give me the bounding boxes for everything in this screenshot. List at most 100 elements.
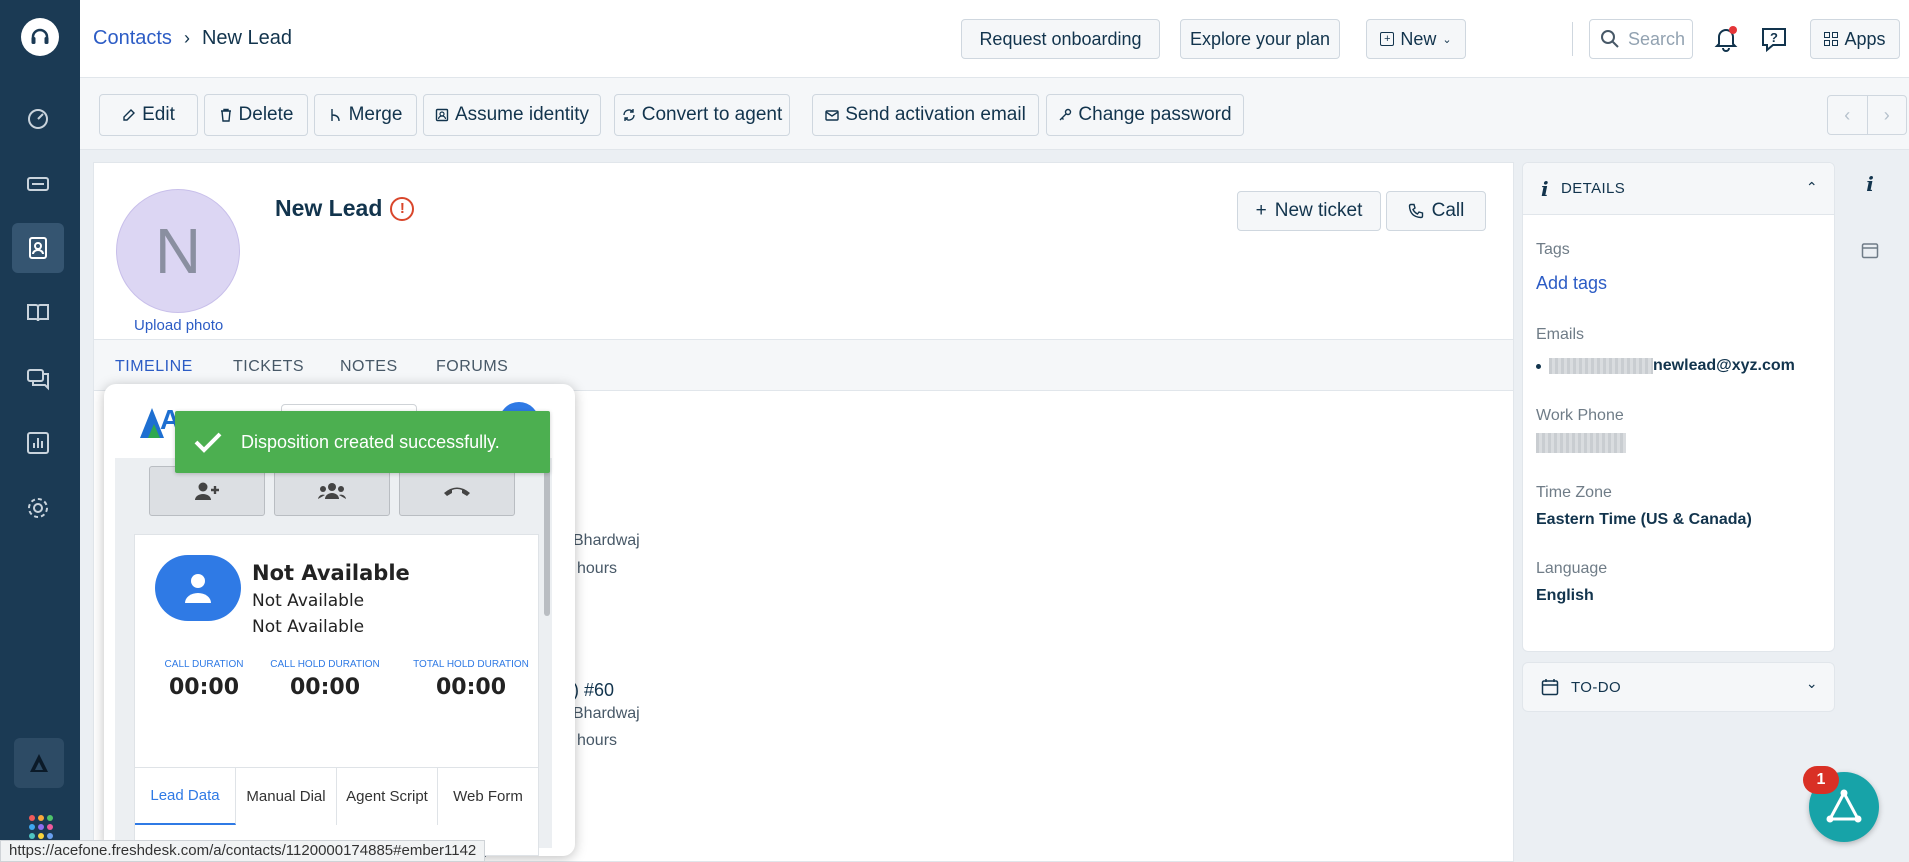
edit-label: Edit bbox=[142, 104, 175, 125]
contacts-icon[interactable] bbox=[12, 223, 64, 273]
app-launcher-icon[interactable] bbox=[29, 815, 53, 839]
search-input[interactable]: Search bbox=[1589, 19, 1693, 59]
agent-status-card: Not Available Not Available Not Availabl… bbox=[134, 534, 539, 856]
hangup-button[interactable] bbox=[399, 466, 515, 516]
apps-label: Apps bbox=[1844, 28, 1886, 49]
widget-scrollbar[interactable] bbox=[544, 466, 550, 616]
widget-tab-lead-data[interactable]: Lead Data bbox=[135, 768, 236, 825]
request-onboarding-button[interactable]: Request onboarding bbox=[961, 19, 1160, 59]
hangup-icon bbox=[444, 487, 470, 496]
call-duration-label: CALL DURATION bbox=[164, 659, 244, 670]
widget-tabs: Lead Data Manual Dial Agent Script Web F… bbox=[135, 767, 538, 825]
widget-tab-manual-dial[interactable]: Manual Dial bbox=[236, 768, 337, 825]
acefone-network-icon bbox=[1826, 789, 1862, 823]
reports-icon[interactable] bbox=[12, 418, 64, 468]
toast-message: Disposition created successfully. bbox=[241, 431, 500, 452]
chevron-down-icon: ⌄ bbox=[1805, 675, 1818, 691]
key-icon bbox=[1059, 108, 1072, 121]
assume-identity-button[interactable]: Assume identity bbox=[423, 94, 601, 136]
forums-icon[interactable] bbox=[12, 353, 64, 403]
conference-button[interactable] bbox=[274, 466, 390, 516]
agent-status-avatar-icon bbox=[155, 555, 241, 621]
top-header: Contacts › New Lead Request onboarding E… bbox=[80, 0, 1909, 78]
call-button[interactable]: Call bbox=[1386, 191, 1486, 231]
delete-button[interactable]: Delete bbox=[204, 94, 308, 136]
next-contact-button[interactable]: › bbox=[1868, 96, 1907, 134]
apps-grid-icon bbox=[1824, 32, 1839, 46]
phone-icon bbox=[1408, 203, 1423, 219]
details-title: DETAILS bbox=[1561, 180, 1626, 197]
warning-icon[interactable]: ! bbox=[390, 196, 415, 221]
settings-icon[interactable] bbox=[12, 483, 64, 533]
envelope-icon bbox=[825, 110, 839, 121]
send-activation-email-button[interactable]: Send activation email bbox=[812, 94, 1039, 136]
agent-status-line-1: Not Available bbox=[252, 591, 365, 611]
language-value: English bbox=[1536, 587, 1594, 604]
left-sidebar bbox=[0, 0, 80, 862]
details-header[interactable]: i DETAILS ⌃ bbox=[1523, 163, 1834, 215]
tab-timeline[interactable]: TIMELINE bbox=[115, 358, 193, 376]
contact-action-toolbar: Edit Delete Merge Assume identity Conver… bbox=[80, 78, 1909, 150]
convert-to-agent-button[interactable]: Convert to agent bbox=[614, 94, 790, 136]
change-password-button[interactable]: Change password bbox=[1046, 94, 1244, 136]
edit-button[interactable]: Edit bbox=[99, 94, 198, 136]
merge-button[interactable]: Merge bbox=[314, 94, 417, 136]
svg-text:?: ? bbox=[1770, 30, 1778, 45]
timeline-agent-name: Bhardwaj bbox=[573, 705, 640, 722]
tab-tickets[interactable]: TICKETS bbox=[233, 358, 304, 376]
convert-to-agent-label: Convert to agent bbox=[641, 104, 783, 125]
info-icon: i bbox=[1541, 176, 1549, 201]
previous-contact-button[interactable]: ‹ bbox=[1828, 96, 1868, 134]
change-password-label: Change password bbox=[1078, 104, 1232, 125]
freshdesk-logo[interactable] bbox=[21, 18, 59, 56]
checkmark-icon bbox=[194, 432, 222, 453]
time-zone-value: Eastern Time (US & Canada) bbox=[1536, 511, 1752, 528]
group-icon bbox=[318, 483, 346, 499]
agent-status-title: Not Available bbox=[252, 561, 410, 585]
notifications-bell-icon[interactable] bbox=[1709, 22, 1743, 56]
search-placeholder: Search bbox=[1628, 28, 1686, 49]
knowledge-base-icon[interactable] bbox=[12, 288, 64, 338]
tickets-icon[interactable] bbox=[12, 159, 64, 209]
explore-plan-button[interactable]: Explore your plan bbox=[1180, 19, 1340, 59]
call-duration-value: 00:00 bbox=[168, 675, 240, 700]
time-zone-label: Time Zone bbox=[1536, 484, 1612, 501]
notification-count-badge: 1 bbox=[1803, 766, 1839, 794]
breadcrumb-separator: › bbox=[183, 28, 190, 48]
agent-status-line-2: Not Available bbox=[252, 617, 365, 637]
widget-tab-web-form[interactable]: Web Form bbox=[438, 768, 538, 825]
trash-icon bbox=[220, 108, 231, 122]
calendar-rail-icon[interactable] bbox=[1858, 238, 1882, 262]
timeline-ticket-number[interactable]: l) #60 bbox=[569, 680, 614, 701]
tab-notes[interactable]: NOTES bbox=[340, 358, 398, 376]
chevron-down-icon: ⌄ bbox=[1442, 33, 1452, 46]
todo-section-header[interactable]: TO-DO ⌄ bbox=[1522, 662, 1835, 712]
work-phone-label: Work Phone bbox=[1536, 407, 1624, 424]
add-contact-button[interactable] bbox=[149, 466, 265, 516]
details-panel: i DETAILS ⌃ Tags Add tags Emails newlead… bbox=[1522, 162, 1835, 652]
info-rail-icon[interactable]: i bbox=[1858, 172, 1882, 196]
todo-title: TO-DO bbox=[1571, 678, 1622, 696]
acefone-app-icon[interactable] bbox=[14, 738, 64, 788]
new-ticket-button[interactable]: + New ticket bbox=[1237, 191, 1381, 231]
convert-icon bbox=[623, 109, 635, 121]
breadcrumb: Contacts › New Lead bbox=[93, 27, 292, 50]
total-hold-duration-value: 00:00 bbox=[435, 675, 507, 700]
timeline-agent-name: Bhardwaj bbox=[573, 532, 640, 549]
upload-photo-link[interactable]: Upload photo bbox=[134, 317, 223, 334]
apps-button[interactable]: Apps bbox=[1810, 19, 1900, 59]
delete-label: Delete bbox=[238, 104, 294, 125]
widget-tab-agent-script[interactable]: Agent Script bbox=[337, 768, 438, 825]
assume-identity-label: Assume identity bbox=[454, 104, 590, 125]
search-icon bbox=[1601, 30, 1619, 48]
new-dropdown-button[interactable]: + New ⌄ bbox=[1366, 19, 1466, 59]
dashboard-icon[interactable] bbox=[12, 94, 64, 144]
redacted-work-phone bbox=[1536, 433, 1626, 453]
new-button-label: New bbox=[1400, 28, 1437, 49]
tab-forums[interactable]: FORUMS bbox=[436, 358, 508, 376]
contact-name-heading: New Lead ! bbox=[275, 195, 415, 222]
add-tags-link[interactable]: Add tags bbox=[1536, 273, 1607, 294]
help-icon[interactable]: ? bbox=[1757, 22, 1791, 56]
breadcrumb-contacts-link[interactable]: Contacts bbox=[93, 27, 172, 50]
contact-avatar: N bbox=[116, 189, 240, 313]
